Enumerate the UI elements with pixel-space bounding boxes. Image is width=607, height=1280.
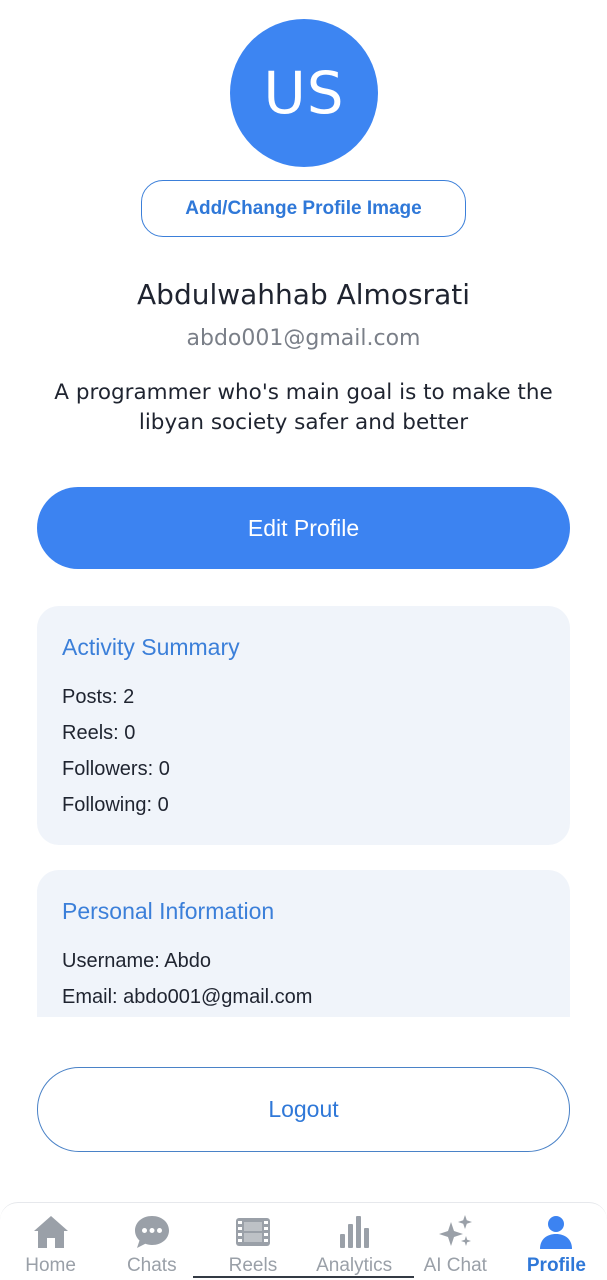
bottom-nav-bar: Home Chats Reels Analytics AI Chat Profi… <box>0 1202 607 1280</box>
profile-name: Abdulwahhab Almosrati <box>137 278 470 311</box>
activity-summary-title: Activity Summary <box>62 634 240 660</box>
avatar-initials: US <box>263 59 345 127</box>
person-icon <box>540 1216 573 1249</box>
posts-count: Posts: 2 <box>62 686 135 708</box>
personal-information-title: Personal Information <box>62 898 275 924</box>
nav-item-profile[interactable]: Profile <box>506 1203 607 1280</box>
username-value: Username: Abdo <box>62 950 211 972</box>
profile-bio: A programmer who's main goal is to make … <box>40 378 567 438</box>
bio-line-1: A programmer who's main goal is to make … <box>54 380 553 405</box>
personal-information-card: Personal Information Username: Abdo Emai… <box>37 870 570 1017</box>
film-icon <box>235 1218 270 1246</box>
change-profile-image-button[interactable]: Add/Change Profile Image <box>141 180 466 237</box>
nav-item-analytics[interactable]: Analytics <box>304 1203 405 1280</box>
profile-email: abdo001@gmail.com <box>186 326 421 351</box>
reels-count: Reels: 0 <box>62 722 136 744</box>
activity-summary-card: Activity Summary Posts: 2 Reels: 0 Follo… <box>37 606 570 845</box>
nav-item-home[interactable]: Home <box>0 1203 101 1280</box>
profile-screen: US Add/Change Profile Image Abdulwahhab … <box>0 0 607 1280</box>
home-icon <box>33 1216 68 1248</box>
logout-button[interactable]: Logout <box>37 1067 570 1152</box>
bar-chart-icon <box>340 1216 370 1248</box>
chat-bubble-icon <box>134 1216 169 1248</box>
nav-label-profile: Profile <box>526 1255 586 1276</box>
nav-label-reels: Reels <box>228 1255 278 1276</box>
nav-label-ai-chat: AI Chat <box>423 1255 487 1276</box>
email-value: Email: abdo001@gmail.com <box>62 986 313 1008</box>
nav-label-analytics: Analytics <box>316 1255 393 1276</box>
nav-label-chats: Chats <box>126 1255 177 1276</box>
nav-label-home: Home <box>25 1255 76 1276</box>
nav-item-chats[interactable]: Chats <box>101 1203 202 1280</box>
nav-item-ai-chat[interactable]: AI Chat <box>405 1203 506 1280</box>
followers-count: Followers: 0 <box>62 758 170 780</box>
home-indicator <box>193 1276 414 1278</box>
following-count: Following: 0 <box>62 794 169 816</box>
avatar[interactable]: US <box>230 19 378 167</box>
sparkles-icon <box>439 1215 473 1246</box>
nav-item-reels[interactable]: Reels <box>202 1203 303 1280</box>
edit-profile-button[interactable]: Edit Profile <box>37 487 570 569</box>
bio-line-2: libyan society safer and better <box>138 410 469 435</box>
